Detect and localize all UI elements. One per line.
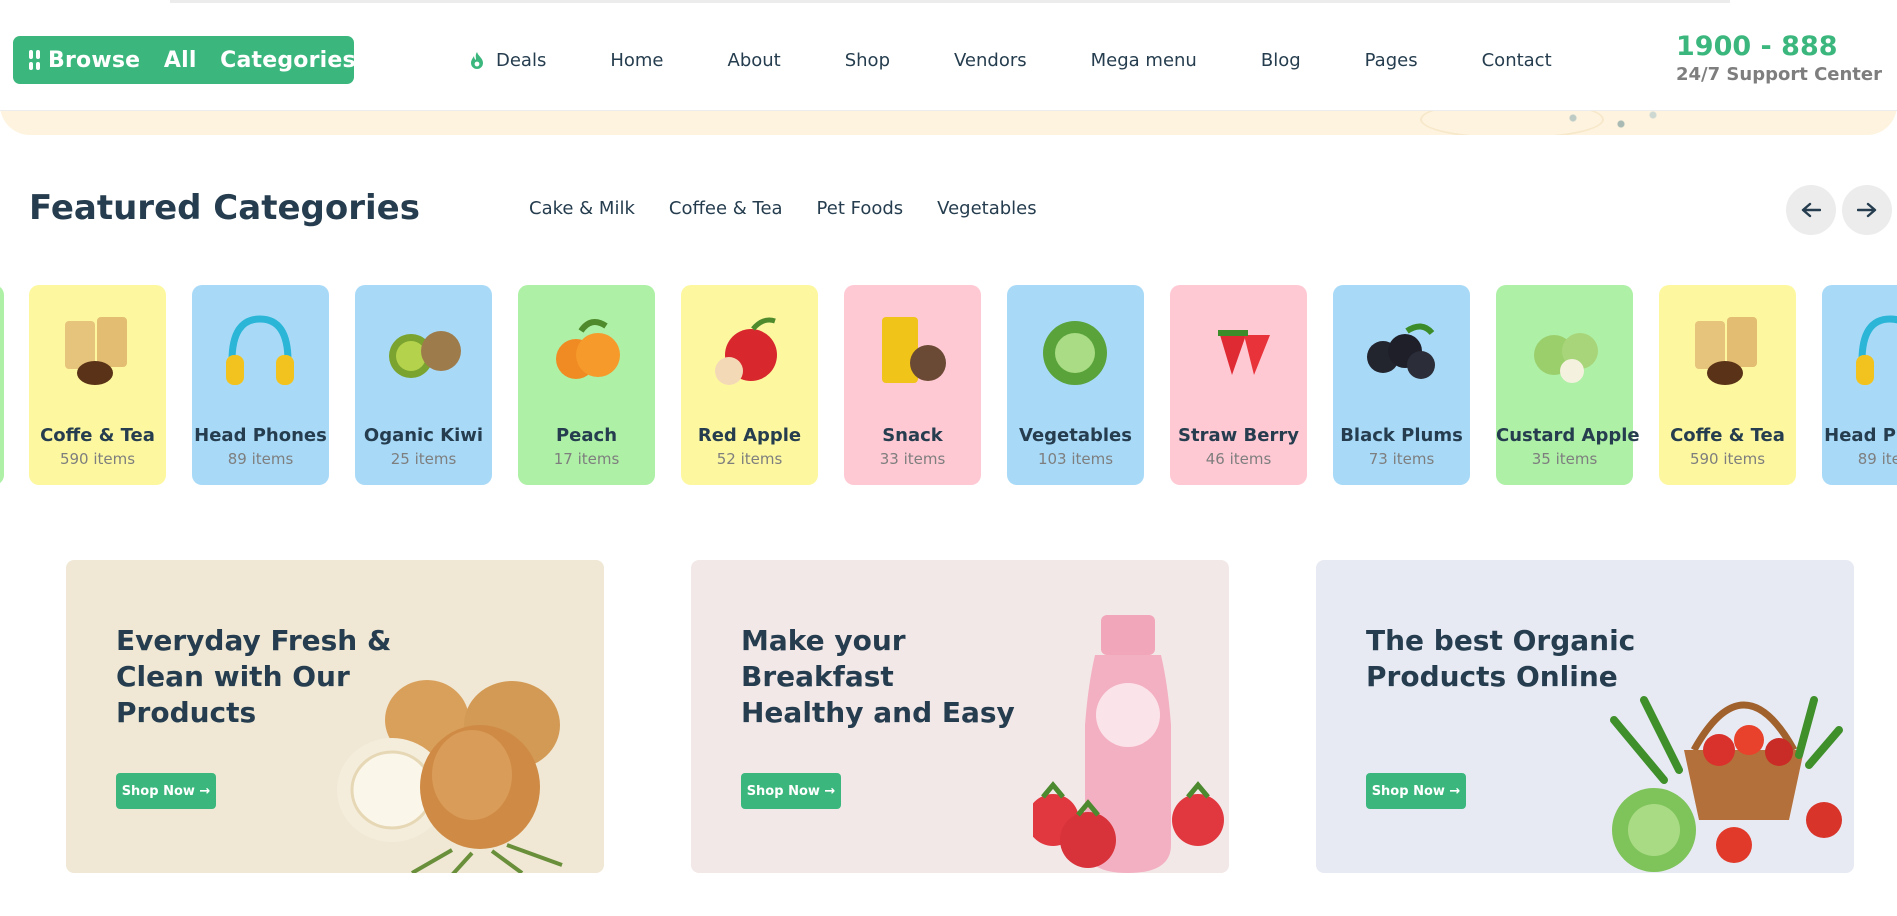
arrow-right-icon: [1857, 202, 1877, 218]
category-carousel: Coffe & Tea 590 items Head Phones 89 items O…: [0, 285, 1897, 485]
category-name: Peach: [555, 425, 618, 446]
nav-shop[interactable]: Shop: [845, 50, 890, 71]
category-count: 89 items: [1857, 450, 1897, 468]
category-count: 103 items: [1037, 450, 1114, 468]
category-count: 17 items: [553, 450, 620, 468]
category-count: 590 items: [1689, 450, 1766, 468]
promo-banner-organic: The best Organic Products Online Shop No…: [1316, 560, 1854, 873]
category-name: Head Phones: [194, 425, 327, 446]
category-card[interactable]: Coffe & Tea 590 items: [29, 285, 166, 485]
category-count: 33 items: [879, 450, 946, 468]
category-name: Custard Apple: [1496, 425, 1640, 446]
category-card[interactable]: Snack 33 items: [844, 285, 981, 485]
top-scrollbar-track: [170, 0, 1730, 3]
main-header: Browse All Categories Deals Home About S…: [0, 10, 1897, 111]
category-card[interactable]: Custard Apple 35 items: [1496, 285, 1640, 485]
flame-icon: [471, 51, 483, 69]
coffee-tea-icon: [1695, 317, 1757, 385]
nav-pages[interactable]: Pages: [1365, 50, 1418, 71]
arrow-left-icon: [1801, 202, 1821, 218]
filter-pet-foods[interactable]: Pet Foods: [817, 198, 904, 219]
browse-categories-label: Browse All Categories: [48, 47, 356, 73]
category-name: Red Apple: [697, 425, 802, 446]
filter-vegetables[interactable]: Vegetables: [937, 198, 1036, 219]
nav-vendors[interactable]: Vendors: [954, 50, 1027, 71]
category-count: 89 items: [227, 450, 294, 468]
strawberry-juice-image: [1033, 615, 1224, 873]
category-name: Vegetables: [1019, 425, 1132, 446]
category-count: 52 items: [716, 450, 783, 468]
category-count: 46 items: [1205, 450, 1272, 468]
filter-coffee-tea[interactable]: Coffee & Tea: [669, 198, 783, 219]
featured-categories-title: Featured Categories: [29, 188, 420, 228]
headphones-icon: [1856, 315, 1897, 385]
category-count: 25 items: [390, 450, 457, 468]
peach-icon: [556, 319, 620, 379]
nav-contact[interactable]: Contact: [1482, 50, 1552, 71]
category-count: 35 items: [1531, 450, 1598, 468]
banner-title: Everyday Fresh & Clean with Our Products: [116, 624, 392, 729]
promo-banner-fresh: Everyday Fresh & Clean with Our Products…: [66, 560, 604, 873]
cabbage-icon: [1043, 321, 1107, 385]
custard-apple-icon: [1534, 333, 1598, 383]
category-name: Oganic Kiwi: [363, 425, 484, 446]
plums-icon: [1367, 323, 1435, 379]
support-label: 24/7 Support Center: [1676, 64, 1882, 85]
category-card[interactable]: Black Plums 73 items: [1333, 285, 1470, 485]
carousel-next-button[interactable]: [1842, 185, 1892, 235]
category-card[interactable]: Oganic Kiwi 25 items: [355, 285, 492, 485]
category-card[interactable]: Peach 17 items: [518, 285, 655, 485]
strawberry-icon: [1218, 330, 1270, 375]
category-card[interactable]: Head Phones 89 items: [192, 285, 329, 485]
grid-icon: [29, 50, 40, 70]
coffee-tea-icon: [65, 317, 127, 385]
snack-icon: [882, 317, 946, 383]
carousel-prev-button[interactable]: [1786, 185, 1836, 235]
red-apple-icon: [715, 317, 777, 385]
category-name: Snack: [882, 425, 943, 446]
browse-categories-button[interactable]: Browse All Categories: [13, 36, 356, 84]
filter-cake-milk[interactable]: Cake & Milk: [529, 198, 635, 219]
shop-now-button[interactable]: Shop Now →: [1366, 773, 1466, 809]
shop-now-button[interactable]: Shop Now →: [116, 773, 216, 809]
category-count: 590 items: [59, 450, 136, 468]
category-name: Straw Berry: [1178, 425, 1299, 446]
category-card-partial[interactable]: [0, 285, 4, 485]
category-card[interactable]: Vegetables 103 items: [1007, 285, 1144, 485]
vegetable-basket-image: [1610, 696, 1843, 872]
kiwi-icon: [389, 331, 461, 378]
nav-deals-label: Deals: [496, 49, 547, 71]
banner-title: The best Organic Products Online: [1366, 624, 1636, 693]
category-name: Coffe & Tea: [40, 425, 155, 446]
category-name: Coffe & Tea: [1670, 425, 1785, 446]
category-card[interactable]: Coffe & Tea 590 items: [1659, 285, 1796, 485]
category-count: 73 items: [1368, 450, 1435, 468]
nav-home[interactable]: Home: [610, 50, 663, 71]
category-card[interactable]: Straw Berry 46 items: [1170, 285, 1307, 485]
nav-mega-menu[interactable]: Mega menu: [1091, 50, 1197, 71]
nav-about[interactable]: About: [728, 50, 781, 71]
nav-deals[interactable]: Deals: [470, 50, 546, 71]
headphones-icon: [226, 315, 294, 385]
category-filters: Cake & Milk Coffee & Tea Pet Foods Veget…: [529, 198, 1071, 219]
support-center: 1900 - 888 24/7 Support Center: [1676, 32, 1882, 86]
category-card[interactable]: Head Phones 89 items: [1822, 285, 1897, 485]
support-phone: 1900 - 888: [1676, 31, 1838, 62]
promo-banner-breakfast: Make your Breakfast Healthy and Easy Sho…: [691, 560, 1229, 873]
category-card[interactable]: Red Apple 52 items: [681, 285, 818, 485]
main-nav: Deals Home About Shop Vendors Mega menu …: [470, 46, 1552, 74]
nav-blog[interactable]: Blog: [1261, 50, 1301, 71]
category-name: Black Plums: [1340, 425, 1463, 446]
category-name: Head Phones: [1824, 425, 1897, 446]
shop-now-button[interactable]: Shop Now →: [741, 773, 841, 809]
banner-title: Make your Breakfast Healthy and Easy: [741, 624, 1015, 729]
